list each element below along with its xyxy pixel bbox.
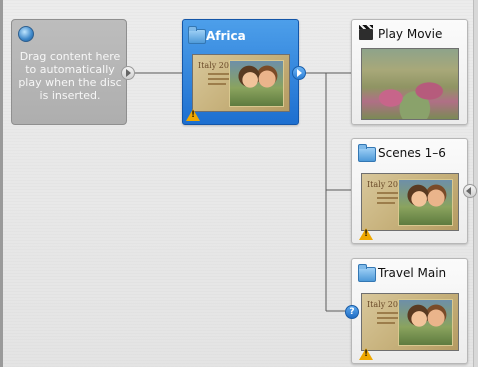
menu-thumbnail: Italy 2006 bbox=[361, 293, 459, 351]
project-map-canvas: Drag content here to automatically play … bbox=[0, 0, 478, 367]
folder-icon bbox=[188, 26, 206, 44]
menu-output-port[interactable] bbox=[292, 66, 306, 80]
first-play-message: Drag content here to automatically play … bbox=[18, 50, 122, 102]
menu-thumbnail: Italy 2006 bbox=[361, 173, 459, 231]
node-play-movie[interactable]: Play Movie bbox=[351, 19, 468, 125]
menu-thumbnail: Italy 2006 bbox=[192, 54, 290, 112]
first-play-drop-zone[interactable]: Drag content here to automatically play … bbox=[11, 19, 127, 125]
globe-icon bbox=[18, 26, 34, 42]
help-icon[interactable]: ? bbox=[345, 305, 359, 319]
folder-icon bbox=[358, 264, 376, 282]
warning-icon[interactable]: ! bbox=[186, 109, 200, 121]
folder-icon bbox=[358, 144, 376, 162]
movie-thumbnail bbox=[361, 48, 459, 120]
couple-photo bbox=[398, 299, 453, 346]
couple-photo bbox=[229, 60, 284, 107]
node-scenes-1-6[interactable]: Scenes 1–6 Italy 2006 ! bbox=[351, 138, 468, 244]
node-title: Scenes 1–6 bbox=[378, 146, 446, 160]
movie-clapper-icon bbox=[359, 25, 373, 40]
first-play-output-port[interactable] bbox=[121, 66, 135, 80]
menu-node-africa[interactable]: Africa Italy 2006 ! bbox=[182, 19, 299, 125]
node-title: Play Movie bbox=[378, 27, 443, 41]
couple-photo bbox=[398, 179, 453, 226]
scenes-collapse-port[interactable] bbox=[463, 184, 477, 198]
node-title: Africa bbox=[206, 29, 246, 43]
node-travel-main[interactable]: Travel Main Italy 2006 ! bbox=[351, 258, 468, 364]
node-title: Travel Main bbox=[378, 266, 447, 280]
warning-icon[interactable]: ! bbox=[359, 348, 373, 360]
warning-icon[interactable]: ! bbox=[359, 228, 373, 240]
